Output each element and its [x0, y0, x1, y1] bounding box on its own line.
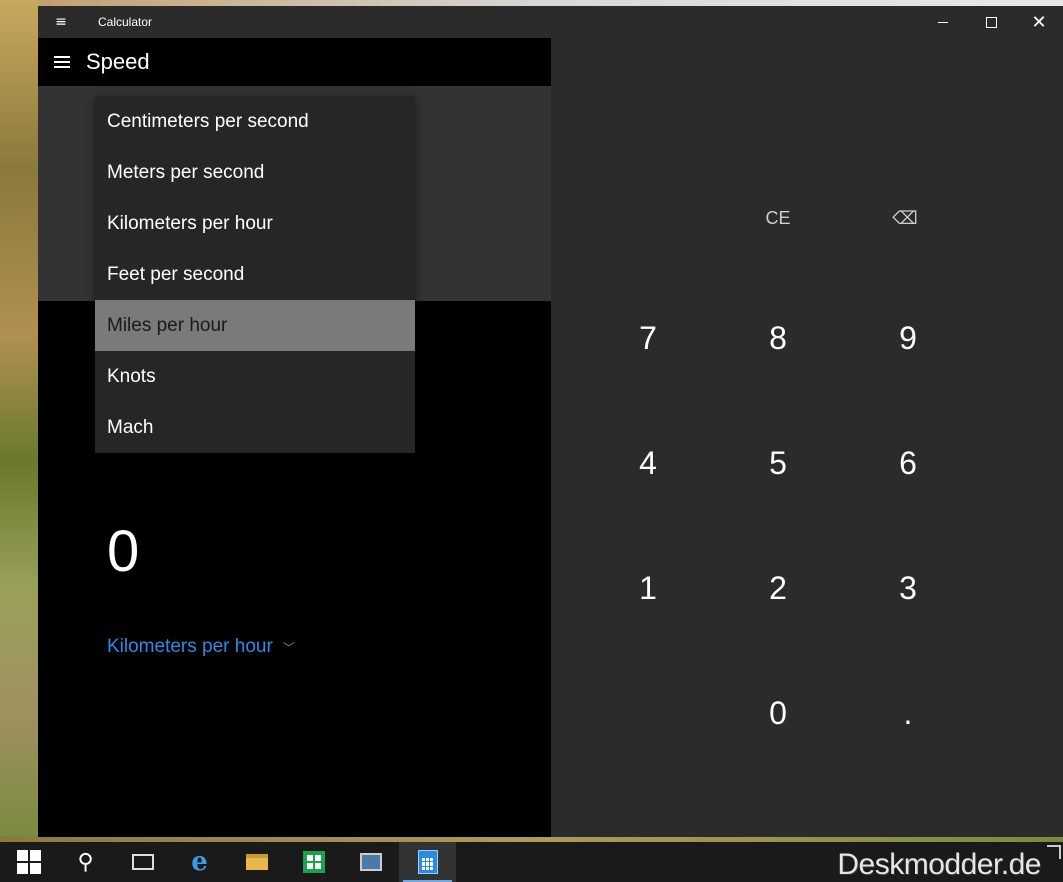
internet-explorer-icon: e [191, 847, 208, 877]
windows-logo-icon [16, 850, 41, 874]
unit-dropdown-list: Centimeters per second Meters per second… [95, 96, 415, 453]
close-button[interactable]: ✕ [1015, 6, 1063, 38]
window-controls: ✕ [919, 6, 1063, 38]
taskbar-internet-explorer[interactable]: e [171, 842, 228, 882]
output-unit-label: Kilometers per hour [107, 636, 273, 657]
taskbar-network-app[interactable] [342, 842, 399, 882]
maximize-icon [985, 16, 997, 28]
title-bar: ≡ Calculator ✕ [38, 6, 1063, 38]
key-5[interactable]: 5 [713, 401, 843, 526]
search-button[interactable]: ⚲ [57, 842, 114, 882]
decimal-button[interactable]: . [843, 651, 973, 776]
output-unit-select[interactable]: Kilometers per hour ﹀ [107, 636, 295, 658]
unit-option-selected[interactable]: Miles per hour [95, 300, 415, 351]
key-4[interactable]: 4 [583, 401, 713, 526]
key-9[interactable]: 9 [843, 276, 973, 401]
corner-icon [1047, 845, 1061, 859]
hamburger-icon [54, 56, 70, 68]
window-title: Calculator [98, 15, 153, 29]
taskbar-calculator[interactable] [399, 842, 456, 882]
folder-icon [245, 854, 268, 870]
clear-entry-button[interactable]: CE [713, 156, 843, 281]
unit-option[interactable]: Meters per second [95, 147, 415, 198]
calculator-icon [417, 850, 438, 874]
key-0[interactable]: 0 [713, 651, 843, 776]
watermark: Deskmodder.de [837, 848, 1041, 881]
unit-option[interactable]: Kilometers per hour [95, 198, 415, 249]
number-keypad: CE ⌫ 7 8 9 4 5 6 1 2 3 0 . [551, 38, 1063, 837]
titlebar-menu-button[interactable]: ≡ [38, 6, 84, 38]
minimize-button[interactable] [919, 6, 967, 38]
key-8[interactable]: 8 [713, 276, 843, 401]
search-icon: ⚲ [77, 849, 94, 875]
computer-icon [359, 853, 382, 871]
store-icon [302, 851, 325, 873]
desktop-wallpaper [0, 0, 38, 840]
key-1[interactable]: 1 [583, 526, 713, 651]
backspace-icon: ⌫ [892, 208, 918, 228]
mode-header: Speed [38, 38, 551, 86]
minimize-icon [938, 21, 948, 23]
taskbar-file-explorer[interactable] [228, 842, 285, 882]
chevron-down-icon: ﹀ [282, 640, 295, 655]
maximize-button[interactable] [967, 6, 1015, 38]
key-7[interactable]: 7 [583, 276, 713, 401]
taskbar-store[interactable] [285, 842, 342, 882]
navigation-menu-button[interactable] [38, 38, 86, 86]
converter-pane: Speed 0 Kilometers per hour ﹀ Centimeter… [38, 38, 551, 837]
unit-option[interactable]: Feet per second [95, 249, 415, 300]
mode-title: Speed [86, 49, 150, 74]
hamburger-icon: ≡ [55, 14, 67, 30]
close-icon: ✕ [1031, 11, 1047, 33]
key-6[interactable]: 6 [843, 401, 973, 526]
unit-option[interactable]: Mach [95, 402, 415, 453]
unit-option[interactable]: Knots [95, 351, 415, 402]
key-3[interactable]: 3 [843, 526, 973, 651]
task-view-button[interactable] [114, 842, 171, 882]
output-value: 0 [107, 519, 140, 584]
key-2[interactable]: 2 [713, 526, 843, 651]
unit-option[interactable]: Centimeters per second [95, 96, 415, 147]
backspace-button[interactable]: ⌫ [840, 156, 970, 281]
calculator-window: ≡ Calculator ✕ Speed 0 Kilometers per ho… [38, 6, 1063, 837]
start-button[interactable] [0, 842, 57, 882]
task-view-icon [131, 854, 154, 870]
